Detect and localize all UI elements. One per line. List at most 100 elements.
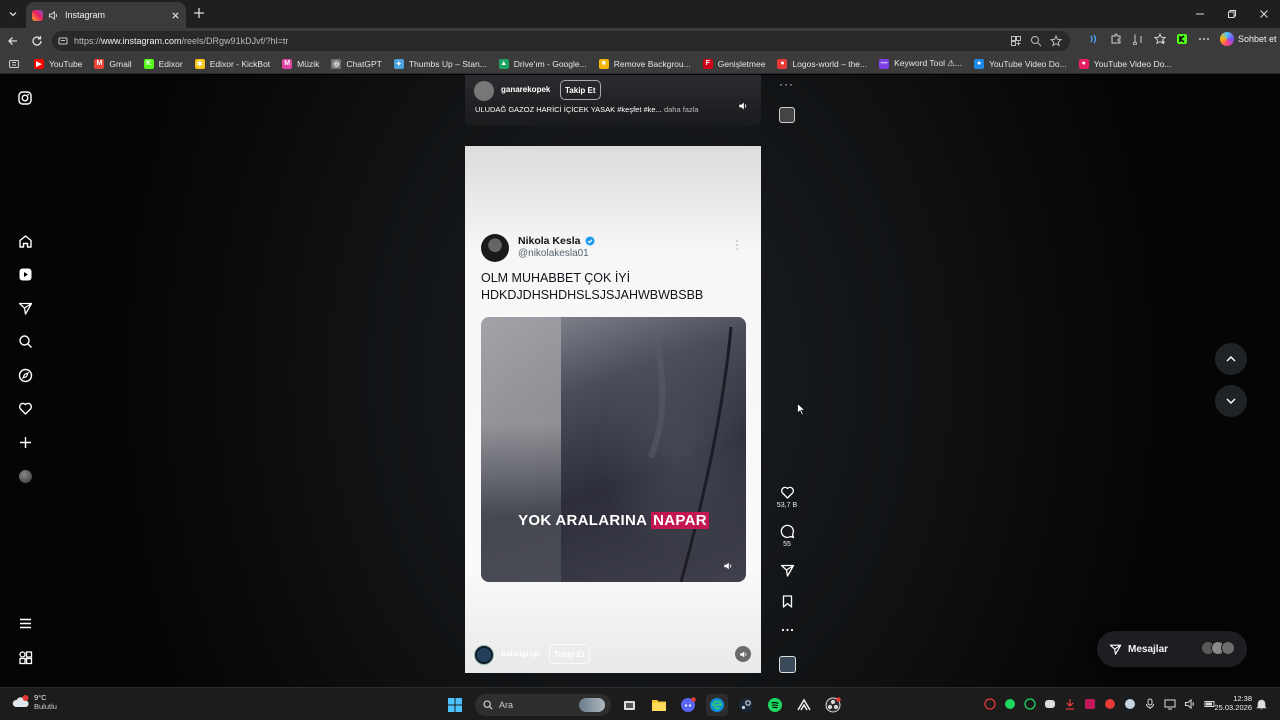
- copilot-label: Sohbet et: [1238, 34, 1277, 44]
- tray-app-icon[interactable]: [1063, 697, 1077, 711]
- bookmark-item[interactable]: — Keyword Tool ⚠...: [873, 54, 968, 74]
- discord-tray-icon[interactable]: [1043, 697, 1057, 711]
- tray-app-icon[interactable]: [1083, 697, 1097, 711]
- messages-button[interactable]: Mesajlar: [1097, 631, 1247, 667]
- previous-reel[interactable]: ganarekopek Takip Et ULUDAĞ GAZOZ HARİCİ…: [465, 75, 761, 126]
- microphone-icon[interactable]: [1143, 697, 1157, 711]
- taskbar-spotify[interactable]: [764, 694, 786, 716]
- close-tab-icon[interactable]: [171, 11, 180, 20]
- bookmark-item[interactable]: ● Logos-world – the...: [771, 54, 873, 74]
- taskbar-task-view[interactable]: [619, 694, 641, 716]
- refresh-button[interactable]: [29, 33, 45, 49]
- browser-tab[interactable]: Instagram: [26, 2, 186, 28]
- sidebar-item-search[interactable]: [16, 332, 34, 350]
- follow-button[interactable]: Takip Et: [549, 644, 590, 664]
- taskbar-search[interactable]: Ara: [475, 694, 611, 716]
- sidebar-item-more[interactable]: [16, 614, 34, 632]
- zoom-icon[interactable]: [1030, 35, 1042, 47]
- bookmark-item[interactable]: ● YouTube Video Do...: [968, 54, 1073, 74]
- messages-label: Mesajlar: [1128, 643, 1169, 655]
- close-window-button[interactable]: [1248, 0, 1280, 28]
- avatar[interactable]: [474, 81, 494, 101]
- bookmark-item[interactable]: ▶ YouTube: [28, 54, 88, 74]
- restore-button[interactable]: [1216, 0, 1248, 28]
- notification-bell-icon[interactable]: [1256, 698, 1267, 710]
- save-button[interactable]: [777, 594, 797, 609]
- cloud-icon: [12, 695, 30, 709]
- start-button[interactable]: [444, 694, 466, 716]
- taskbar-clock[interactable]: 12:38 25.03.2026: [1212, 694, 1252, 712]
- reel-username[interactable]: balicigrup: [501, 649, 539, 658]
- more-options-icon[interactable]: ···: [779, 77, 794, 91]
- extension-icon[interactable]: [1110, 33, 1122, 45]
- taskbar-discord[interactable]: [677, 694, 699, 716]
- avatar[interactable]: [474, 645, 494, 665]
- bookmark-item[interactable]: ▲ Drive'ım - Google...: [493, 54, 593, 74]
- share-button[interactable]: [777, 563, 797, 578]
- previous-reel-button[interactable]: [1215, 343, 1247, 375]
- more-options-button[interactable]: [777, 627, 797, 633]
- bookmark-item[interactable]: M Gmail: [88, 54, 137, 74]
- sidebar-item-reels[interactable]: [16, 265, 34, 283]
- tab-actions-menu-button[interactable]: [4, 5, 22, 23]
- sidebar-item-also-from-meta[interactable]: [16, 648, 34, 666]
- steam-tray-icon[interactable]: [1123, 697, 1137, 711]
- bookmark-item[interactable]: ✱ Edixor - KickBot: [189, 54, 276, 74]
- new-tab-icon[interactable]: [192, 6, 206, 20]
- reel-username[interactable]: ganarekopek: [501, 85, 550, 94]
- more-options-icon[interactable]: [1198, 33, 1210, 45]
- sidebar-item-profile[interactable]: [16, 467, 34, 485]
- address-bar[interactable]: https://www.instagram.com/reels/DRgw91kD…: [52, 31, 1070, 51]
- taskbar-file-explorer[interactable]: [648, 694, 670, 716]
- mute-button[interactable]: [735, 646, 751, 662]
- bookmark-item[interactable]: ■ Remove Backgrou...: [593, 54, 697, 74]
- bookmark-item[interactable]: ◎ ChatGPT: [325, 54, 387, 74]
- back-button[interactable]: [5, 33, 21, 49]
- taskbar-edge[interactable]: [705, 694, 728, 716]
- app-available-icon[interactable]: [1010, 35, 1022, 47]
- site-info-icon[interactable]: [58, 36, 68, 46]
- bookmark-item[interactable]: ● YouTube Video Do...: [1073, 54, 1178, 74]
- sidebar-item-explore[interactable]: [16, 366, 34, 384]
- copilot-button[interactable]: Sohbet et: [1220, 32, 1277, 46]
- tray-app-icon[interactable]: [1023, 697, 1037, 711]
- favorites-icon[interactable]: [1154, 33, 1166, 45]
- bookmark-item[interactable]: F Genişletmee: [697, 54, 772, 74]
- tray-app-icon[interactable]: [1103, 697, 1117, 711]
- instagram-logo-button[interactable]: [16, 89, 34, 107]
- taskbar-app[interactable]: [793, 694, 815, 716]
- media-control-icon[interactable]: [1132, 33, 1144, 45]
- tweet-video: YOK ARALARINA NAPAR: [481, 317, 746, 582]
- sidebar-item-home[interactable]: [16, 232, 34, 250]
- original-audio-thumbnail[interactable]: [779, 107, 795, 123]
- taskbar-obs[interactable]: [822, 694, 844, 716]
- network-icon[interactable]: [1163, 697, 1177, 711]
- bookmark-item[interactable]: M Müzik: [276, 54, 325, 74]
- chevron-down-icon: [9, 12, 17, 17]
- next-reel-button[interactable]: [1215, 385, 1247, 417]
- sidebar-item-create[interactable]: [16, 433, 34, 451]
- weather-widget[interactable]: 9°C Bulutlu: [12, 693, 57, 711]
- sidebar-item-messages[interactable]: [16, 299, 34, 317]
- browser-toolbar: https://www.instagram.com/reels/DRgw91kD…: [0, 28, 1280, 54]
- audio-icon[interactable]: [738, 101, 748, 111]
- comment-button[interactable]: 55: [777, 524, 797, 548]
- original-audio-thumbnail[interactable]: [779, 656, 796, 673]
- bookmark-item[interactable]: K Edixor: [138, 54, 189, 74]
- favorite-star-icon[interactable]: [1050, 35, 1062, 47]
- bookmark-item[interactable]: ✦ Thumbs Up – Stan...: [388, 54, 493, 74]
- like-button[interactable]: 53,7 B: [777, 485, 797, 509]
- sidebar-item-notifications[interactable]: [16, 399, 34, 417]
- tray-app-icon[interactable]: [983, 697, 997, 711]
- spotify-tray-icon[interactable]: [1003, 697, 1017, 711]
- kick-extension-icon[interactable]: [1176, 33, 1188, 45]
- tab-sidebar-icon[interactable]: [8, 58, 20, 70]
- more-link[interactable]: daha fazla: [664, 105, 699, 114]
- taskbar-steam[interactable]: [735, 694, 757, 716]
- tab-audio-icon[interactable]: [48, 10, 59, 21]
- reel-video[interactable]: Nikola Kesla @nikolakesla01 OLM MUHABBET…: [465, 146, 761, 673]
- minimize-button[interactable]: [1184, 0, 1216, 28]
- read-aloud-icon[interactable]: [1088, 33, 1100, 45]
- follow-button[interactable]: Takip Et: [560, 80, 601, 100]
- volume-icon[interactable]: [1183, 697, 1197, 711]
